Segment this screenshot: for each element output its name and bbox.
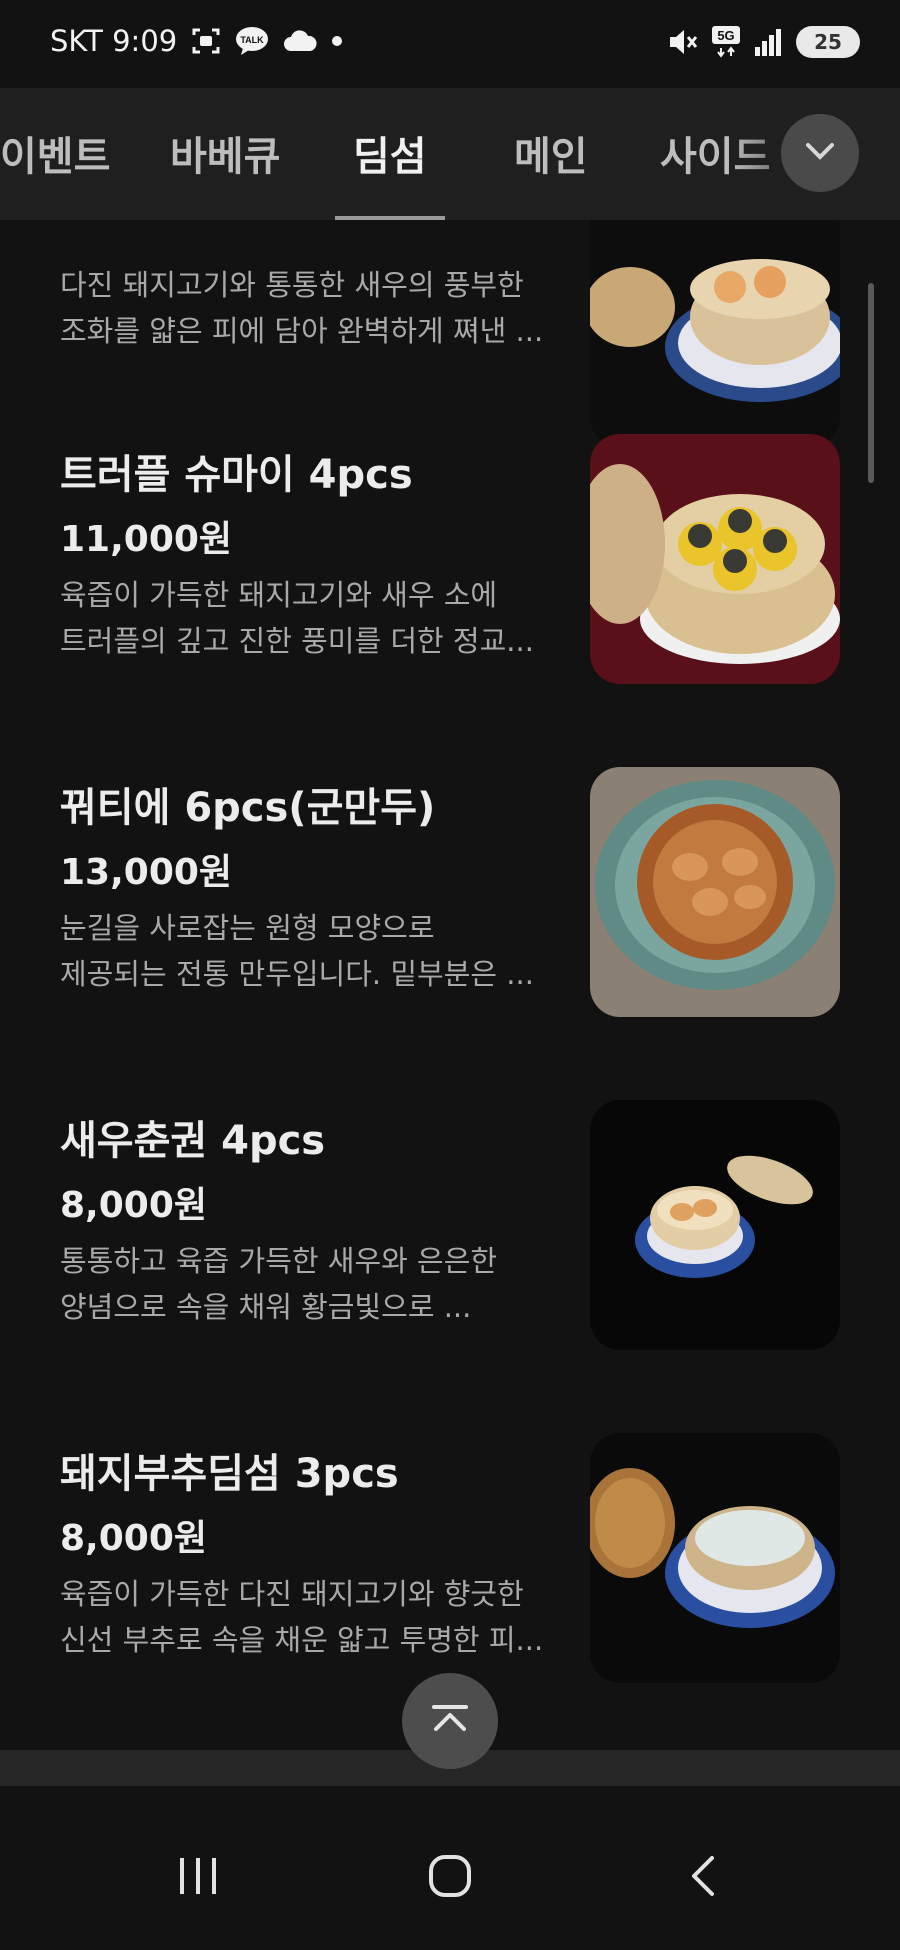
menu-item[interactable]: 꿔티에 6pcs(군만두) 13,000원 눈길을 사로잡는 원형 모양으로 제… — [0, 767, 900, 1108]
item-description: 통통하고 육즙 가득한 새우와 은은한 양념으로 속을 채워 황금빛으로 ... — [60, 1244, 498, 1324]
item-title: 트러플 슈마이 4pcs — [60, 452, 413, 498]
talk-icon: TALK — [235, 26, 269, 56]
recents-button[interactable] — [153, 1838, 243, 1918]
status-bar: SKT 9:09 TALK 5G 25 — [0, 0, 900, 88]
item-price: 13,000원 — [60, 852, 233, 893]
chevron-down-icon — [802, 139, 838, 167]
item-title: 새우춘권 4pcs — [60, 1118, 326, 1164]
screenshot-icon — [191, 26, 221, 56]
item-price: 11,000원 — [60, 519, 233, 560]
item-thumbnail — [590, 434, 840, 684]
mute-icon — [666, 26, 698, 58]
status-right: 5G 25 — [666, 26, 860, 58]
item-thumbnail — [590, 1100, 840, 1350]
back-icon — [688, 1854, 718, 1902]
item-title: 꿔티에 6pcs(군만두) — [60, 785, 436, 831]
menu-item[interactable]: 새우춘권 4pcs 8,000원 통통하고 육즙 가득한 새우와 은은한 양념으… — [0, 1100, 900, 1441]
item-price: 8,000원 — [60, 1185, 207, 1226]
category-tabs: 이벤트 바베큐 딤섬 메인 사이드 — [0, 88, 900, 220]
home-icon — [428, 1854, 472, 1902]
item-description: 육즙이 가득한 다진 돼지고기와 향긋한 신선 부추로 속을 채운 얇고 투명한… — [60, 1577, 544, 1657]
dot-icon — [331, 35, 343, 47]
recents-icon — [176, 1856, 220, 1900]
item-thumbnail — [590, 767, 840, 1017]
status-left: SKT 9:09 TALK — [50, 24, 343, 58]
scroll-to-top-button[interactable] — [402, 1673, 498, 1769]
system-nav-bar — [0, 1786, 900, 1950]
battery-level: 25 — [814, 30, 842, 54]
5g-icon: 5G — [712, 26, 740, 58]
item-description: 다진 돼지고기와 통통한 새우의 풍부한 조화를 얇은 피에 담아 완벽하게 쪄… — [60, 268, 544, 348]
menu-item[interactable]: 트러플 슈마이 4pcs 11,000원 육즙이 가득한 돼지고기와 새우 소에… — [0, 434, 900, 775]
item-thumbnail — [590, 220, 840, 447]
tab-bbq[interactable]: 바베큐 — [170, 124, 280, 182]
network-label: 5G — [717, 28, 734, 43]
item-title: 돼지부추딤섬 3pcs — [60, 1451, 399, 1497]
back-button[interactable] — [658, 1838, 748, 1918]
home-button[interactable] — [405, 1838, 495, 1918]
item-description: 육즙이 가득한 돼지고기와 새우 소에 트러플의 깊고 진한 풍미를 더한 정교… — [60, 578, 534, 658]
tab-event[interactable]: 이벤트 — [0, 124, 110, 182]
carrier-time: SKT 9:09 — [50, 24, 178, 58]
item-description: 눈길을 사로잡는 원형 모양으로 제공되는 전통 만두입니다. 밑부분은 ... — [60, 911, 534, 991]
menu-list: 다진 돼지고기와 통통한 새우의 풍부한 조화를 얇은 피에 담아 완벽하게 쪄… — [0, 220, 900, 1750]
cloud-icon — [283, 29, 317, 53]
tab-main[interactable]: 메인 — [514, 124, 588, 182]
arrow-up-icon — [430, 1703, 470, 1739]
talk-badge: TALK — [241, 35, 265, 45]
battery-icon: 25 — [796, 26, 860, 58]
item-thumbnail — [590, 1433, 840, 1683]
scrollbar[interactable] — [868, 283, 874, 483]
signal-icon — [754, 27, 782, 57]
tab-dimsum[interactable]: 딤섬 — [353, 124, 427, 182]
expand-tabs-button[interactable] — [781, 114, 859, 192]
item-price: 8,000원 — [60, 1518, 207, 1559]
